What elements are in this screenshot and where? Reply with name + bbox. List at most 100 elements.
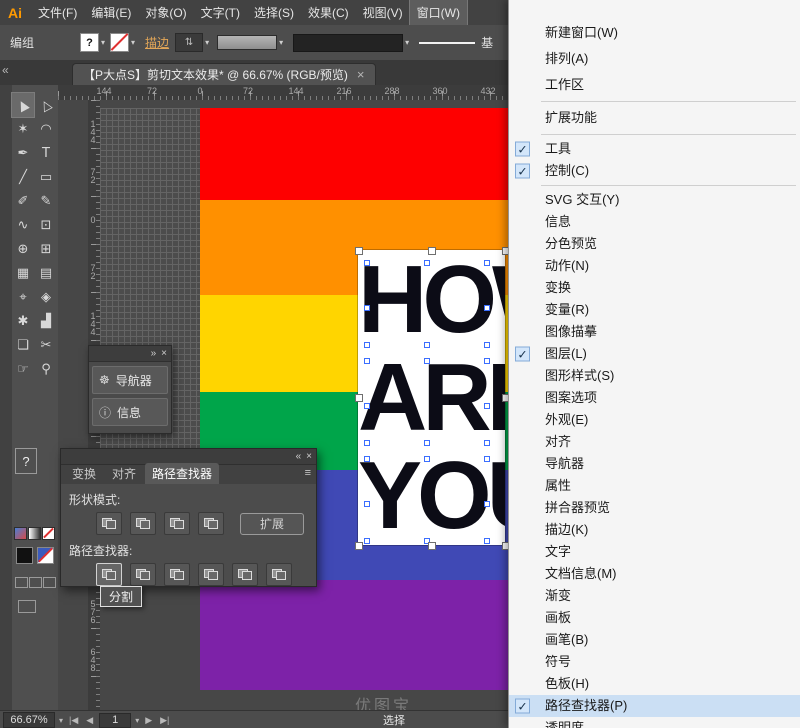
hand-tool[interactable]: ☞ xyxy=(12,357,34,381)
anchor-point[interactable] xyxy=(424,342,430,348)
anchor-point[interactable] xyxy=(364,260,370,266)
window-menu-item[interactable]: 图形样式(S) xyxy=(509,365,800,387)
menubar-item[interactable]: 视图(V) xyxy=(356,0,410,25)
window-menu-item[interactable]: 描边(K) xyxy=(509,519,800,541)
magic-wand-tool[interactable]: ✶ xyxy=(12,117,34,141)
slice-tool[interactable]: ✂ xyxy=(35,333,57,357)
panel-button-navigator[interactable]: ☸导航器 xyxy=(92,366,168,394)
anchor-point[interactable] xyxy=(364,342,370,348)
exclude-button[interactable] xyxy=(198,512,224,535)
anchor-point[interactable] xyxy=(484,456,490,462)
minus-front-button[interactable] xyxy=(130,512,156,535)
selection-handle[interactable] xyxy=(355,247,363,255)
window-menu-item[interactable]: 工作区 xyxy=(509,72,800,98)
artboard-dropdown-icon[interactable]: ▾ xyxy=(135,716,139,725)
stroke-panel-link[interactable]: 描边 xyxy=(145,34,169,51)
blend-tool[interactable]: ◈ xyxy=(35,285,57,309)
divide-button[interactable] xyxy=(96,563,122,586)
anchor-point[interactable] xyxy=(484,440,490,446)
line-segment-tool[interactable]: ╱ xyxy=(12,165,34,189)
pencil-tool[interactable]: ✎ xyxy=(35,189,57,213)
draw-behind-icon[interactable] xyxy=(38,548,53,563)
intersect-button[interactable] xyxy=(164,512,190,535)
direct-selection-tool[interactable]: △ xyxy=(35,93,57,117)
window-menu-item[interactable]: 导航器 xyxy=(509,453,800,475)
document-tab[interactable]: 【P大点S】剪切文本效果* @ 66.67% (RGB/预览) × xyxy=(72,63,376,85)
horizontal-ruler[interactable]: 14472072144216288360432 xyxy=(58,85,508,101)
anchor-point[interactable] xyxy=(484,305,490,311)
artboard[interactable]: HOWAREYOU xyxy=(358,250,505,545)
close-panel-icon[interactable]: × xyxy=(306,451,312,462)
anchor-point[interactable] xyxy=(424,260,430,266)
window-menu-item[interactable]: 外观(E) xyxy=(509,409,800,431)
trim-button[interactable] xyxy=(130,563,156,586)
anchor-point[interactable] xyxy=(364,440,370,446)
window-menu-item[interactable]: 动作(N) xyxy=(509,255,800,277)
anchor-point[interactable] xyxy=(424,440,430,446)
stroke-swatch[interactable] xyxy=(110,33,129,52)
selection-tool[interactable]: ▲ xyxy=(12,93,34,117)
window-menu-item[interactable]: ✓图层(L) xyxy=(509,343,800,365)
zoom-dropdown-icon[interactable]: ▾ xyxy=(59,716,63,725)
width-profile-dropdown[interactable] xyxy=(217,35,277,50)
zoom-level-field[interactable]: 66.67% xyxy=(3,712,55,728)
collapse-panel-icon[interactable]: « xyxy=(296,451,302,462)
window-menu-item[interactable]: 画板 xyxy=(509,607,800,629)
anchor-point[interactable] xyxy=(484,403,490,409)
window-menu-item[interactable]: 画笔(B) xyxy=(509,629,800,651)
anchor-point[interactable] xyxy=(364,501,370,507)
window-menu-item[interactable]: 色板(H) xyxy=(509,673,800,695)
shape-builder-tool[interactable]: ⊕ xyxy=(12,237,34,261)
mesh-tool[interactable]: ▦ xyxy=(12,261,34,285)
width-tool[interactable]: ∿ xyxy=(12,213,34,237)
zoom-tool[interactable]: ⚲ xyxy=(35,357,57,381)
window-menu-item[interactable]: 图像描摹 xyxy=(509,321,800,343)
anchor-point[interactable] xyxy=(364,358,370,364)
expand-button[interactable]: 扩展 xyxy=(240,513,304,535)
menubar-item[interactable]: 效果(C) xyxy=(301,0,356,25)
anchor-point[interactable] xyxy=(484,358,490,364)
selection-handle[interactable] xyxy=(355,542,363,550)
window-menu-item[interactable]: 文字 xyxy=(509,541,800,563)
window-menu-item[interactable]: 信息 xyxy=(509,211,800,233)
symbol-sprayer-tool[interactable]: ✱ xyxy=(12,309,34,333)
outline-button[interactable] xyxy=(232,563,258,586)
menubar-item[interactable]: 窗口(W) xyxy=(410,0,467,25)
lasso-tool[interactable]: ◠ xyxy=(35,117,57,141)
menubar-item[interactable]: 对象(O) xyxy=(138,0,193,25)
panel-tab[interactable]: 变换 xyxy=(65,463,103,484)
window-menu-item[interactable]: 属性 xyxy=(509,475,800,497)
anchor-point[interactable] xyxy=(364,538,370,544)
anchor-point[interactable] xyxy=(364,305,370,311)
window-menu-item[interactable]: ✓路径查找器(P) xyxy=(509,695,800,717)
draw-normal-icon[interactable] xyxy=(17,548,32,563)
paintbrush-tool[interactable]: ✐ xyxy=(12,189,34,213)
menubar-item[interactable]: 选择(S) xyxy=(247,0,301,25)
anchor-point[interactable] xyxy=(364,403,370,409)
close-panel-icon[interactable]: × xyxy=(161,348,167,359)
stroke-weight-dropdown-icon[interactable]: ▾ xyxy=(205,38,209,47)
window-menu-item[interactable]: 排列(A) xyxy=(509,46,800,72)
selection-handle[interactable] xyxy=(428,542,436,550)
window-menu-item[interactable]: 图案选项 xyxy=(509,387,800,409)
expand-panel-icon[interactable]: » xyxy=(151,348,157,359)
rectangle-tool[interactable]: ▭ xyxy=(35,165,57,189)
fill-swatch[interactable]: ? xyxy=(80,33,99,52)
window-menu-item[interactable]: 渐变 xyxy=(509,585,800,607)
selection-handle[interactable] xyxy=(355,394,363,402)
artboard-number-field[interactable]: 1 xyxy=(99,713,131,728)
anchor-point[interactable] xyxy=(484,538,490,544)
style-dropdown[interactable] xyxy=(293,34,403,52)
column-graph-tool[interactable]: ▟ xyxy=(35,309,57,333)
free-transform-tool[interactable]: ⊡ xyxy=(35,213,57,237)
window-menu-item[interactable]: 扩展功能 xyxy=(509,105,800,131)
anchor-point[interactable] xyxy=(484,342,490,348)
pen-tool[interactable]: ✒ xyxy=(12,141,34,165)
perspective-grid-tool[interactable]: ⊞ xyxy=(35,237,57,261)
gradient-tool[interactable]: ▤ xyxy=(35,261,57,285)
anchor-point[interactable] xyxy=(484,260,490,266)
draw-mode-3-icon[interactable] xyxy=(43,577,56,588)
minus-back-button[interactable] xyxy=(266,563,292,586)
window-menu-item[interactable]: 变量(R) xyxy=(509,299,800,321)
window-menu-item[interactable]: 文档信息(M) xyxy=(509,563,800,585)
